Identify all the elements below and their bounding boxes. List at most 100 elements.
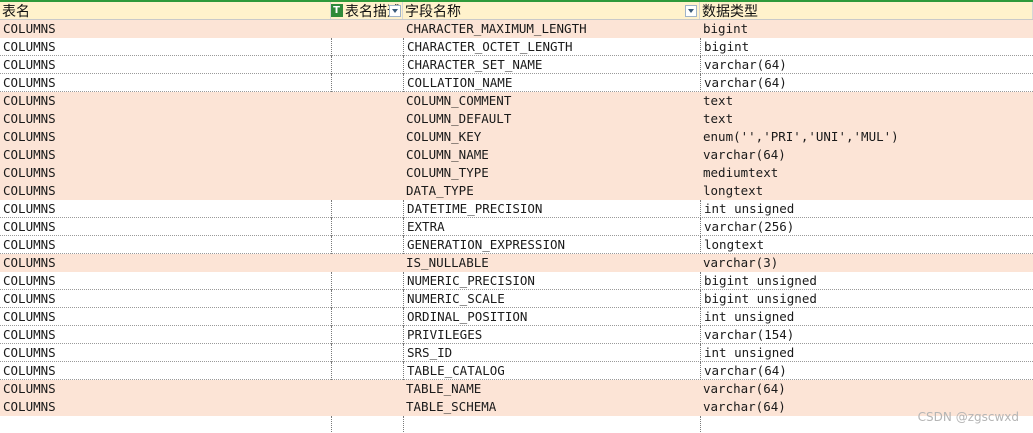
header-table-name[interactable]: 表名 bbox=[0, 2, 331, 19]
cell-data-type[interactable]: varchar(64) bbox=[700, 56, 1033, 74]
cell-data-type[interactable]: text bbox=[700, 92, 1033, 110]
table-row[interactable]: COLUMNS NUMERIC_PRECISION bigint unsigned bbox=[0, 272, 1033, 290]
table-row[interactable]: COLUMNS CHARACTER_OCTET_LENGTH bigint bbox=[0, 38, 1033, 56]
text-filter-icon[interactable]: T bbox=[331, 4, 343, 17]
cell-table-desc[interactable] bbox=[331, 218, 403, 236]
cell-table-name[interactable]: COLUMNS bbox=[0, 146, 331, 164]
table-row[interactable]: COLUMNS COLUMN_KEY enum('','PRI','UNI','MU… bbox=[0, 128, 1033, 146]
cell-table-name[interactable]: COLUMNS bbox=[0, 398, 331, 416]
cell-field-name[interactable]: TABLE_SCHEMA bbox=[403, 398, 700, 416]
table-row[interactable]: COLUMNS ORDINAL_POSITION int unsigned bbox=[0, 308, 1033, 326]
table-row[interactable]: COLUMNS IS_NULLABLE varchar(3) bbox=[0, 254, 1033, 272]
cell-data-type[interactable]: enum('','PRI','UNI','MUL') bbox=[700, 128, 1033, 146]
cell-table-name[interactable]: COLUMNS bbox=[0, 308, 331, 326]
cell-table-name[interactable]: COLUMNS bbox=[0, 218, 331, 236]
cell-data-type[interactable]: bigint unsigned bbox=[700, 272, 1033, 290]
table-row[interactable]: COLUMNS TABLE_NAME varchar(64) bbox=[0, 380, 1033, 398]
cell-field-name[interactable]: NUMERIC_PRECISION bbox=[403, 272, 700, 290]
cell-table-name[interactable]: COLUMNS bbox=[0, 362, 331, 380]
cell-data-type[interactable]: varchar(64) bbox=[700, 380, 1033, 398]
empty-cell[interactable] bbox=[331, 416, 403, 433]
cell-table-desc[interactable] bbox=[331, 308, 403, 326]
cell-table-name[interactable]: COLUMNS bbox=[0, 182, 331, 200]
cell-data-type[interactable]: bigint bbox=[700, 20, 1033, 38]
cell-table-name[interactable]: COLUMNS bbox=[0, 254, 331, 272]
cell-field-name[interactable]: NUMERIC_SCALE bbox=[403, 290, 700, 308]
table-row[interactable]: COLUMNS COLLATION_NAME varchar(64) bbox=[0, 74, 1033, 92]
empty-cell[interactable] bbox=[403, 416, 700, 433]
cell-table-desc[interactable] bbox=[331, 110, 403, 128]
table-row[interactable]: COLUMNS COLUMN_DEFAULT text bbox=[0, 110, 1033, 128]
cell-table-desc[interactable] bbox=[331, 380, 403, 398]
cell-table-desc[interactable] bbox=[331, 290, 403, 308]
cell-field-name[interactable]: COLUMN_DEFAULT bbox=[403, 110, 700, 128]
cell-field-name[interactable]: CHARACTER_OCTET_LENGTH bbox=[403, 38, 700, 56]
cell-data-type[interactable]: int unsigned bbox=[700, 200, 1033, 218]
table-row[interactable]: COLUMNS TABLE_SCHEMA varchar(64) bbox=[0, 398, 1033, 416]
cell-data-type[interactable]: bigint unsigned bbox=[700, 290, 1033, 308]
cell-table-name[interactable]: COLUMNS bbox=[0, 380, 331, 398]
cell-field-name[interactable]: COLUMN_NAME bbox=[403, 146, 700, 164]
table-row[interactable]: COLUMNS PRIVILEGES varchar(154) bbox=[0, 326, 1033, 344]
cell-field-name[interactable]: DATETIME_PRECISION bbox=[403, 200, 700, 218]
table-row[interactable]: COLUMNS EXTRA varchar(256) bbox=[0, 218, 1033, 236]
cell-data-type[interactable]: mediumtext bbox=[700, 164, 1033, 182]
cell-data-type[interactable]: varchar(64) bbox=[700, 146, 1033, 164]
table-row[interactable]: COLUMNS COLUMN_NAME varchar(64) bbox=[0, 146, 1033, 164]
cell-table-name[interactable]: COLUMNS bbox=[0, 110, 331, 128]
cell-table-desc[interactable] bbox=[331, 146, 403, 164]
cell-data-type[interactable]: varchar(64) bbox=[700, 74, 1033, 92]
empty-cell[interactable] bbox=[0, 416, 331, 433]
table-row[interactable]: COLUMNS TABLE_CATALOG varchar(64) bbox=[0, 362, 1033, 380]
cell-table-desc[interactable] bbox=[331, 128, 403, 146]
cell-data-type[interactable]: int unsigned bbox=[700, 344, 1033, 362]
cell-table-desc[interactable] bbox=[331, 164, 403, 182]
cell-field-name[interactable]: ORDINAL_POSITION bbox=[403, 308, 700, 326]
header-field-name[interactable]: 字段名称 bbox=[403, 2, 700, 19]
cell-table-desc[interactable] bbox=[331, 236, 403, 254]
table-row[interactable]: COLUMNS COLUMN_COMMENT text bbox=[0, 92, 1033, 110]
cell-table-name[interactable]: COLUMNS bbox=[0, 344, 331, 362]
cell-data-type[interactable]: bigint bbox=[700, 38, 1033, 56]
cell-table-desc[interactable] bbox=[331, 74, 403, 92]
cell-table-name[interactable]: COLUMNS bbox=[0, 236, 331, 254]
cell-table-name[interactable]: COLUMNS bbox=[0, 20, 331, 38]
header-table-desc[interactable]: T 表名描述 bbox=[331, 2, 403, 19]
cell-table-name[interactable]: COLUMNS bbox=[0, 326, 331, 344]
cell-table-name[interactable]: COLUMNS bbox=[0, 74, 331, 92]
cell-field-name[interactable]: IS_NULLABLE bbox=[403, 254, 700, 272]
cell-field-name[interactable]: CHARACTER_SET_NAME bbox=[403, 56, 700, 74]
cell-table-desc[interactable] bbox=[331, 344, 403, 362]
cell-field-name[interactable]: SRS_ID bbox=[403, 344, 700, 362]
empty-row[interactable] bbox=[0, 416, 1033, 433]
cell-field-name[interactable]: EXTRA bbox=[403, 218, 700, 236]
cell-table-desc[interactable] bbox=[331, 38, 403, 56]
cell-field-name[interactable]: TABLE_NAME bbox=[403, 380, 700, 398]
cell-table-desc[interactable] bbox=[331, 398, 403, 416]
cell-field-name[interactable]: TABLE_CATALOG bbox=[403, 362, 700, 380]
cell-table-name[interactable]: COLUMNS bbox=[0, 164, 331, 182]
cell-field-name[interactable]: COLUMN_TYPE bbox=[403, 164, 700, 182]
cell-data-type[interactable]: varchar(256) bbox=[700, 218, 1033, 236]
cell-table-name[interactable]: COLUMNS bbox=[0, 92, 331, 110]
cell-data-type[interactable]: longtext bbox=[700, 236, 1033, 254]
table-row[interactable]: COLUMNS DATETIME_PRECISION int unsigned bbox=[0, 200, 1033, 218]
cell-table-desc[interactable] bbox=[331, 20, 403, 38]
table-row[interactable]: COLUMNS GENERATION_EXPRESSION longtext bbox=[0, 236, 1033, 254]
dropdown-filter-icon[interactable] bbox=[685, 5, 697, 17]
table-row[interactable]: COLUMNS SRS_ID int unsigned bbox=[0, 344, 1033, 362]
header-data-type[interactable]: 数据类型 bbox=[700, 2, 1033, 19]
cell-field-name[interactable]: DATA_TYPE bbox=[403, 182, 700, 200]
cell-data-type[interactable]: varchar(64) bbox=[700, 362, 1033, 380]
cell-table-desc[interactable] bbox=[331, 362, 403, 380]
cell-data-type[interactable]: varchar(154) bbox=[700, 326, 1033, 344]
dropdown-filter-icon[interactable] bbox=[389, 5, 401, 17]
cell-table-desc[interactable] bbox=[331, 200, 403, 218]
cell-field-name[interactable]: COLUMN_KEY bbox=[403, 128, 700, 146]
table-row[interactable]: COLUMNS CHARACTER_SET_NAME varchar(64) bbox=[0, 56, 1033, 74]
cell-field-name[interactable]: COLLATION_NAME bbox=[403, 74, 700, 92]
cell-table-name[interactable]: COLUMNS bbox=[0, 290, 331, 308]
cell-table-name[interactable]: COLUMNS bbox=[0, 128, 331, 146]
cell-table-desc[interactable] bbox=[331, 254, 403, 272]
cell-table-name[interactable]: COLUMNS bbox=[0, 38, 331, 56]
